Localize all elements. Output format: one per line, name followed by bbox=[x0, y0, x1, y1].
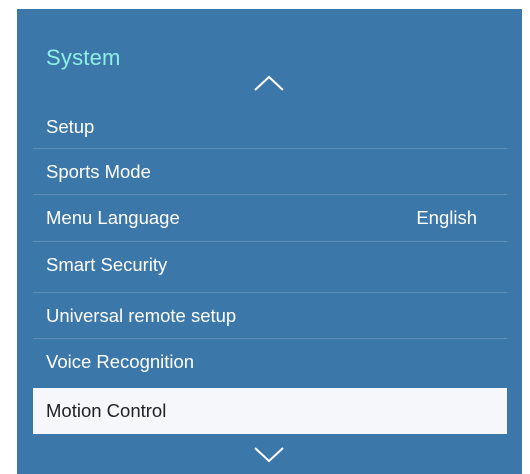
menu-item-label: Smart Security bbox=[46, 254, 168, 275]
menu-title: System bbox=[46, 45, 121, 70]
menu-item-menu-language[interactable]: Menu Language English bbox=[33, 195, 507, 241]
menu-item-label: Sports Mode bbox=[46, 161, 151, 182]
menu-item-label: Motion Control bbox=[46, 400, 167, 421]
menu-language-value: English bbox=[416, 207, 477, 228]
menu-item-universal-remote-setup[interactable]: Universal remote setup bbox=[33, 293, 507, 339]
chevron-up-icon[interactable] bbox=[253, 73, 285, 93]
menu-item-label: Menu Language bbox=[46, 207, 180, 228]
menu-item-label: Setup bbox=[46, 116, 95, 137]
menu-item-motion-control[interactable]: Motion Control bbox=[33, 388, 507, 434]
menu-item-label: Voice Recognition bbox=[46, 351, 195, 372]
menu-item-voice-recognition[interactable]: Voice Recognition bbox=[33, 339, 507, 385]
system-menu-panel: System Setup Sports Mode Menu Language E… bbox=[17, 9, 522, 474]
menu-item-sports-mode[interactable]: Sports Mode bbox=[33, 149, 507, 195]
chevron-down-icon[interactable] bbox=[253, 445, 285, 465]
menu-item-smart-security[interactable]: Smart Security bbox=[33, 242, 507, 288]
menu-item-setup[interactable]: Setup bbox=[33, 104, 507, 150]
menu-item-label: Universal remote setup bbox=[46, 305, 237, 326]
